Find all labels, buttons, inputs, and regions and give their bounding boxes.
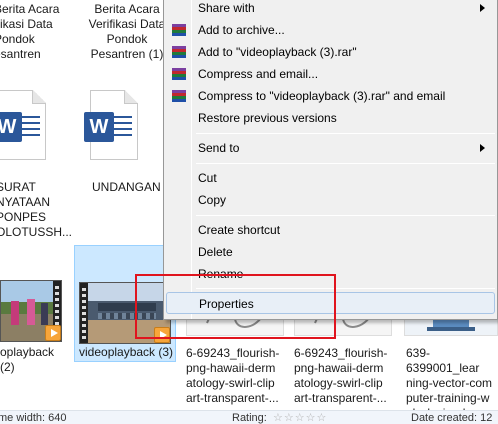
file-label: Berita Acara Verifikasi Data Pondok Pesa… xyxy=(88,2,166,61)
menu-separator xyxy=(196,163,495,164)
file-item-videoplayback-2[interactable]: oplayback (2) xyxy=(0,278,72,374)
annotation-highlight-box xyxy=(135,274,336,339)
file-label: SURAT NYATAAN PONPES OLOTUSSH... xyxy=(0,180,73,239)
menu-item-add-to-archive[interactable]: Add to archive... xyxy=(166,19,495,41)
file-item-undangan[interactable]: W UNDANGAN xyxy=(84,90,170,210)
menu-item-send-to[interactable]: Send to xyxy=(166,137,495,159)
menu-item-compress-to-rar-and-email[interactable]: Compress to "videoplayback (3).rar" and … xyxy=(166,85,495,107)
word-document-icon: W xyxy=(0,90,48,162)
menu-separator xyxy=(196,133,495,134)
winrar-archive-icon xyxy=(171,89,187,103)
menu-item-create-shortcut[interactable]: Create shortcut xyxy=(166,219,495,241)
menu-item-cut[interactable]: Cut xyxy=(166,167,495,189)
chevron-right-icon xyxy=(480,144,485,152)
details-status-bar: me width: 640 Rating: ☆☆☆☆☆ Date created… xyxy=(0,410,498,424)
video-thumbnail xyxy=(0,280,62,342)
menu-item-restore-previous-versions[interactable]: Restore previous versions xyxy=(166,107,495,129)
file-item-berita-acara-1[interactable]: Berita Acara Verifikasi Data Pondok Pesa… xyxy=(84,2,170,62)
menu-item-delete[interactable]: Delete xyxy=(166,241,495,263)
file-label: UNDANGAN xyxy=(92,180,161,194)
winrar-archive-icon xyxy=(171,23,187,37)
winrar-archive-icon xyxy=(171,45,187,59)
menu-item-copy[interactable]: Copy xyxy=(166,189,495,211)
file-item-surat-pernyataan[interactable]: W SURAT NYATAAN PONPES OLOTUSSH... xyxy=(0,90,72,239)
word-document-icon: W xyxy=(84,90,140,162)
menu-item-share-with[interactable]: Share with xyxy=(166,0,495,19)
file-label: 6-69243_flourish- png-hawaii-derm atolog… xyxy=(186,346,280,405)
rating-stars[interactable]: ☆☆☆☆☆ xyxy=(273,412,327,424)
play-icon xyxy=(45,325,61,341)
rating-label: Rating: xyxy=(232,412,267,424)
date-created-text: Date created: 12 xyxy=(411,412,493,424)
winrar-archive-icon xyxy=(171,67,187,81)
menu-item-compress-and-email[interactable]: Compress and email... xyxy=(166,63,495,85)
frame-width-text: me width: 640 xyxy=(0,412,67,424)
file-label: 639-6399001_lear ning-vector-com puter-t… xyxy=(406,346,493,410)
file-label: Berita Acara ifikasi Data Pondok esantre… xyxy=(0,2,60,61)
file-label: 6-69243_flourish- png-hawaii-derm atolog… xyxy=(294,346,388,405)
file-label: videoplayback (3) xyxy=(79,345,174,359)
menu-separator xyxy=(196,215,495,216)
chevron-right-icon xyxy=(480,4,485,12)
file-label: oplayback (2) xyxy=(0,345,55,374)
menu-item-add-to-rar[interactable]: Add to "videoplayback (3).rar" xyxy=(166,41,495,63)
file-item-berita-acara[interactable]: Berita Acara ifikasi Data Pondok esantre… xyxy=(0,2,60,62)
context-menu: Share with Add to archive... Add to "vid… xyxy=(163,0,498,320)
